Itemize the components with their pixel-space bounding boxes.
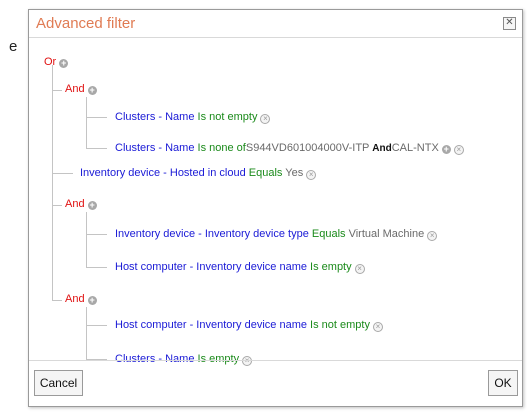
condition-field[interactable]: Clusters - Name bbox=[115, 142, 194, 154]
tree-connector bbox=[86, 97, 87, 148]
tree-connector bbox=[86, 148, 107, 149]
dialog-title: Advanced filter bbox=[36, 15, 136, 32]
condition-operator[interactable]: Is not empty bbox=[310, 319, 370, 331]
tree-connector bbox=[52, 65, 53, 300]
remove-condition-icon[interactable]: × bbox=[260, 114, 271, 124]
remove-condition-icon[interactable]: × bbox=[372, 322, 383, 332]
and-group-node: And + bbox=[65, 83, 97, 95]
operator-label[interactable]: And bbox=[65, 293, 85, 305]
condition-row: Host computer - Inventory device name Is… bbox=[115, 319, 383, 332]
remove-condition-icon[interactable]: × bbox=[453, 145, 464, 155]
condition-row: Clusters - Name Is none ofS944VD60100400… bbox=[115, 142, 464, 155]
operator-label[interactable]: Or bbox=[44, 56, 56, 68]
dialog-titlebar: Advanced filter ✕ bbox=[29, 10, 522, 38]
root-or-node: Or + bbox=[44, 56, 69, 68]
add-condition-icon[interactable]: + bbox=[87, 201, 97, 210]
and-group-node: And + bbox=[65, 198, 97, 210]
dialog-footer: Cancel OK bbox=[29, 360, 522, 406]
add-condition-icon[interactable]: + bbox=[59, 59, 69, 68]
tree-connector bbox=[86, 307, 87, 359]
condition-row: Inventory device - Inventory device type… bbox=[115, 228, 438, 241]
remove-condition-icon[interactable]: × bbox=[427, 231, 438, 241]
tree-connector bbox=[86, 117, 107, 118]
condition-value[interactable]: CAL-NTX bbox=[392, 142, 439, 154]
operator-label[interactable]: And bbox=[65, 83, 85, 95]
condition-value[interactable]: Virtual Machine bbox=[349, 228, 425, 240]
condition-field[interactable]: Inventory device - Hosted in cloud bbox=[80, 167, 246, 179]
condition-field[interactable]: Clusters - Name bbox=[115, 111, 194, 123]
condition-field[interactable]: Host computer - Inventory device name bbox=[115, 261, 307, 273]
value-conjunction: And bbox=[372, 143, 392, 154]
condition-value[interactable]: S944VD601004000V-ITP bbox=[246, 142, 369, 154]
condition-operator[interactable]: Equals bbox=[249, 167, 283, 179]
add-condition-icon[interactable]: + bbox=[87, 296, 97, 305]
filter-tree: Or + And + Clusters - Name Is not empty × C… bbox=[29, 37, 522, 366]
tree-connector bbox=[52, 205, 62, 206]
condition-value[interactable]: Yes bbox=[285, 167, 303, 179]
condition-operator[interactable]: Is not empty bbox=[198, 111, 258, 123]
condition-field[interactable]: Host computer - Inventory device name bbox=[115, 319, 307, 331]
condition-operator[interactable]: Is none of bbox=[198, 142, 246, 154]
condition-field[interactable]: Inventory device - Inventory device type bbox=[115, 228, 309, 240]
condition-operator[interactable]: Is empty bbox=[310, 261, 352, 273]
background-window-fragment: e bbox=[0, 0, 30, 412]
ok-button[interactable]: OK bbox=[488, 370, 518, 396]
advanced-filter-dialog: Advanced filter ✕ Or + And + Clusters - Na… bbox=[28, 9, 523, 407]
remove-condition-icon[interactable]: × bbox=[306, 170, 317, 180]
remove-condition-icon[interactable]: × bbox=[354, 264, 365, 274]
condition-row: Inventory device - Hosted in cloud Equal… bbox=[80, 167, 317, 180]
background-text: e bbox=[9, 38, 18, 55]
tree-connector bbox=[86, 234, 107, 235]
add-condition-icon[interactable]: + bbox=[87, 86, 97, 95]
tree-connector bbox=[52, 300, 62, 301]
tree-connector bbox=[52, 173, 73, 174]
tree-connector bbox=[52, 90, 62, 91]
add-value-icon[interactable]: + bbox=[441, 145, 451, 154]
tree-connector bbox=[86, 267, 107, 268]
operator-label[interactable]: And bbox=[65, 198, 85, 210]
condition-operator[interactable]: Equals bbox=[312, 228, 346, 240]
cancel-button[interactable]: Cancel bbox=[34, 370, 83, 396]
tree-connector bbox=[86, 325, 107, 326]
close-icon[interactable]: ✕ bbox=[503, 17, 516, 30]
and-group-node: And + bbox=[65, 293, 97, 305]
condition-row: Host computer - Inventory device name Is… bbox=[115, 261, 365, 274]
condition-row: Clusters - Name Is not empty × bbox=[115, 111, 271, 124]
tree-connector bbox=[86, 212, 87, 267]
